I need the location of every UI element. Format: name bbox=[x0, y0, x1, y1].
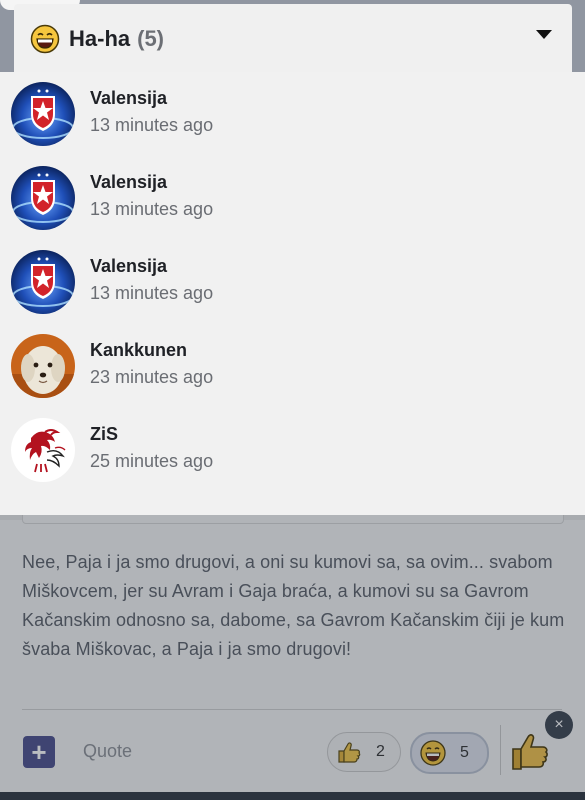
avatar[interactable] bbox=[11, 334, 75, 398]
reaction-filter-title: Ha-ha (5) bbox=[30, 24, 164, 54]
avatar[interactable] bbox=[11, 82, 75, 146]
white-dog-photo-icon bbox=[11, 334, 75, 398]
reaction-time: 23 minutes ago bbox=[90, 367, 214, 387]
user-name[interactable]: Valensija bbox=[90, 172, 167, 193]
crvena-zvezda-logo-icon bbox=[11, 166, 75, 230]
list-item[interactable]: Valensija 13 minutes ago bbox=[0, 72, 585, 156]
crvena-zvezda-logo-icon bbox=[11, 250, 75, 314]
reaction-time: 13 minutes ago bbox=[90, 115, 214, 135]
list-item[interactable]: Valensija 13 minutes ago bbox=[0, 156, 585, 240]
list-item[interactable]: Kankkunen 23 minutes ago bbox=[0, 324, 585, 408]
laughing-face-icon bbox=[30, 24, 60, 54]
list-item[interactable]: Valensija 13 minutes ago bbox=[0, 240, 585, 324]
reaction-time: 13 minutes ago bbox=[90, 199, 214, 219]
avatar[interactable] bbox=[11, 418, 75, 482]
user-name[interactable]: Valensija bbox=[90, 88, 167, 109]
user-name[interactable]: Kankkunen bbox=[90, 340, 187, 361]
liverbird-logo-icon bbox=[11, 418, 75, 482]
reaction-time: 25 minutes ago bbox=[90, 451, 214, 471]
avatar[interactable] bbox=[11, 250, 75, 314]
user-name[interactable]: Valensija bbox=[90, 256, 167, 277]
reaction-count: (5) bbox=[137, 26, 165, 51]
avatar[interactable] bbox=[11, 166, 75, 230]
reaction-time: 13 minutes ago bbox=[90, 283, 214, 303]
crvena-zvezda-logo-icon bbox=[11, 82, 75, 146]
reaction-name: Ha-ha bbox=[69, 26, 131, 51]
user-name[interactable]: ZiS bbox=[90, 424, 118, 445]
reaction-filter-header[interactable]: Ha-ha (5) bbox=[14, 4, 572, 72]
reaction-user-list: Valensija 13 minutes ago Valensija 13 mi… bbox=[0, 72, 585, 515]
list-item[interactable]: ZiS 25 minutes ago bbox=[0, 408, 585, 492]
chevron-down-icon[interactable] bbox=[536, 30, 552, 39]
